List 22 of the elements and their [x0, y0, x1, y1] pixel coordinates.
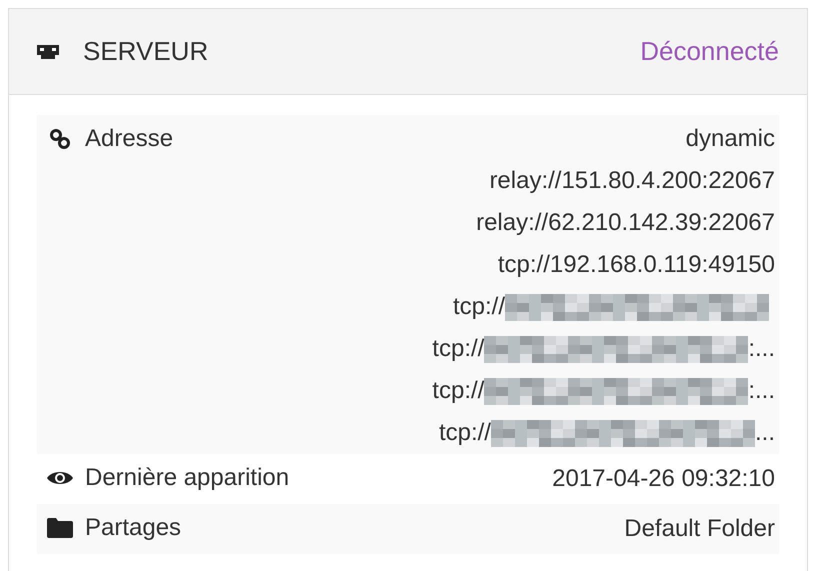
row-value: Default Folder	[624, 514, 775, 544]
address-prefix: tcp://	[438, 418, 491, 448]
address-ellipsis: ...	[754, 418, 775, 448]
address-prefix: tcp://	[452, 292, 505, 322]
eye-icon	[46, 469, 74, 487]
address-text: tcp://192.168.0.119:49150	[498, 250, 775, 280]
row-value: 2017-04-26 09:32:10	[552, 464, 775, 494]
address-text: relay://62.210.142.39:22067	[476, 208, 775, 238]
row-label: Dernière apparition	[85, 463, 290, 493]
address-text: dynamic	[686, 124, 775, 154]
row-label: Adresse	[85, 124, 174, 154]
connection-status: Déconnecté	[640, 35, 779, 68]
address-ellipsis: :...	[748, 376, 775, 406]
row-label: Partages	[85, 513, 182, 543]
panel-title: SERVEUR	[83, 35, 208, 68]
address-prefix: tcp://	[432, 334, 484, 364]
server-icon	[37, 44, 59, 58]
address-ellipsis: :...	[748, 334, 775, 364]
address-text: relay://151.80.4.200:22067	[489, 166, 775, 196]
folder-icon	[47, 518, 73, 538]
link-icon	[49, 128, 71, 150]
address-prefix: tcp://	[432, 376, 484, 406]
